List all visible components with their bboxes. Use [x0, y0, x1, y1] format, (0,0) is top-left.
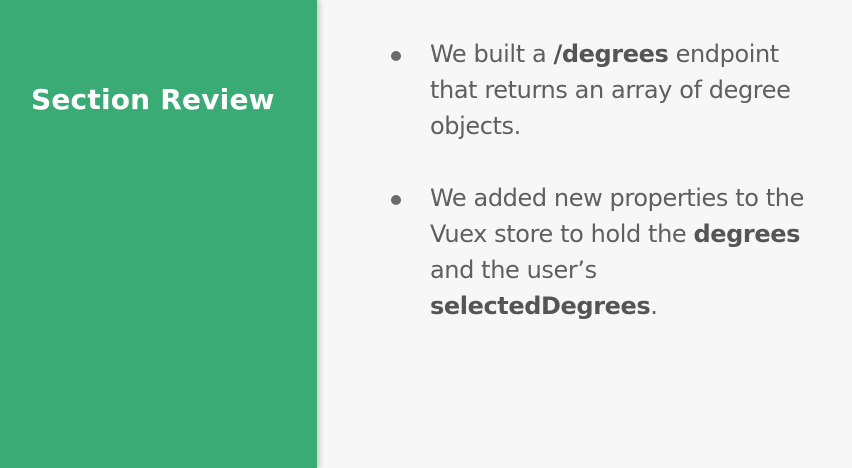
bullet-text: We built a /degrees endpoint that return… [430, 36, 838, 144]
bullet-line: that returns an array of degree [430, 72, 838, 108]
section-title-panel: Section Review [0, 0, 317, 468]
bullet-text-segment: that returns an array of degree [430, 76, 791, 104]
bullet-text-segment: Vuex store to hold the [430, 220, 694, 248]
bullet-line: and the user’s [430, 252, 838, 288]
degrees-property: degrees [693, 220, 800, 248]
bullet-text-segment: and the user’s [430, 256, 597, 284]
review-bullet-list: We built a /degrees endpoint that return… [388, 36, 838, 324]
endpoint-name: /degrees [553, 40, 669, 68]
bullet-line: objects. [430, 108, 838, 144]
presentation-slide: Section Review We built a /degrees endpo… [0, 0, 852, 468]
bullet-text-segment: endpoint [668, 40, 780, 68]
selected-degrees-property: selectedDegrees [430, 292, 651, 320]
bullet-point-icon [391, 195, 401, 205]
bullet-text-segment: We built a [430, 40, 554, 68]
bullet-line: selectedDegrees. [430, 288, 838, 324]
bullet-text-segment: We added new properties to the [430, 184, 804, 212]
bullet-text-segment: objects. [430, 112, 521, 140]
bullet-degrees-endpoint: We built a /degrees endpoint that return… [388, 36, 838, 144]
section-title: Section Review [31, 83, 275, 116]
bullet-line: Vuex store to hold the degrees [430, 216, 838, 252]
bullet-vuex-store: We added new properties to the Vuex stor… [388, 180, 838, 324]
bullet-text: We added new properties to the Vuex stor… [430, 180, 838, 324]
bullet-line: We built a /degrees endpoint [430, 36, 838, 72]
bullet-text-segment: . [650, 292, 658, 320]
bullet-line: We added new properties to the [430, 180, 838, 216]
bullet-point-icon [391, 51, 401, 61]
